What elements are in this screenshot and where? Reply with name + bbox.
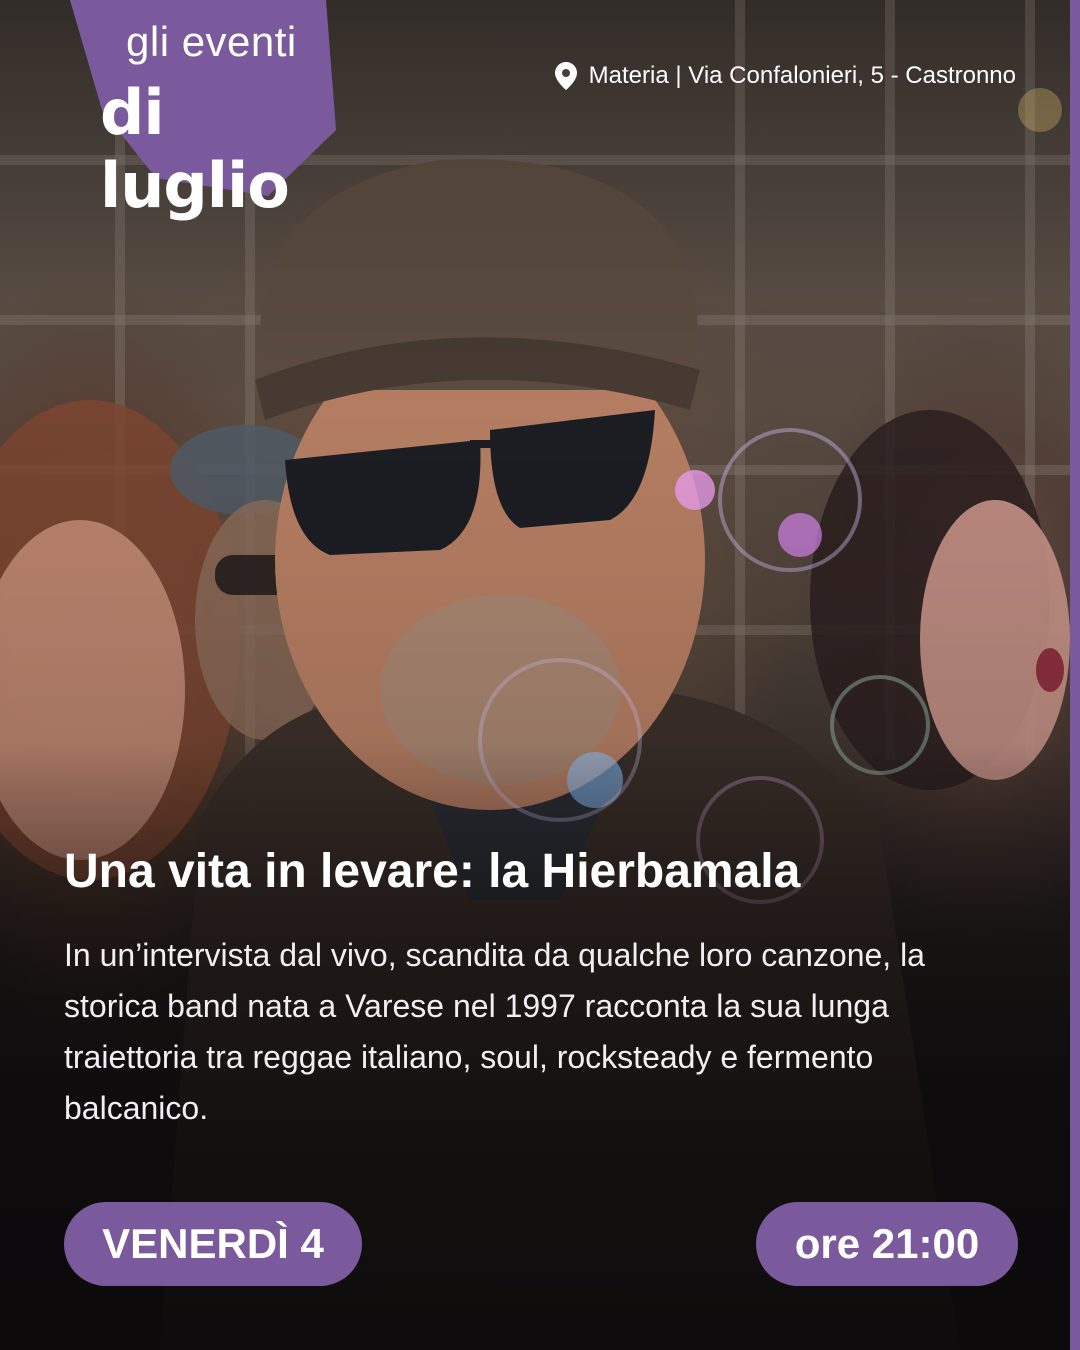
event-date-badge: VENERDÌ 4 [64, 1202, 362, 1286]
event-poster: gli eventi di luglio Materia | Via Confa… [0, 0, 1080, 1350]
month-badge: gli eventi di luglio [64, 0, 336, 222]
location-text: Materia | Via Confalonieri, 5 - Castronn… [588, 62, 1016, 89]
badge-line-2: di luglio [100, 76, 290, 222]
map-pin-icon [554, 62, 577, 90]
event-title: Una vita in levare: la Hierbamala [64, 845, 801, 898]
event-description: In un’intervista dal vivo, scandita da q… [64, 937, 925, 1126]
badge-line-1: gli eventi [126, 18, 297, 65]
accent-side-bar [1070, 0, 1080, 1350]
event-location: Materia | Via Confalonieri, 5 - Castronn… [554, 62, 1016, 90]
event-time-badge: ore 21:00 [756, 1202, 1018, 1286]
